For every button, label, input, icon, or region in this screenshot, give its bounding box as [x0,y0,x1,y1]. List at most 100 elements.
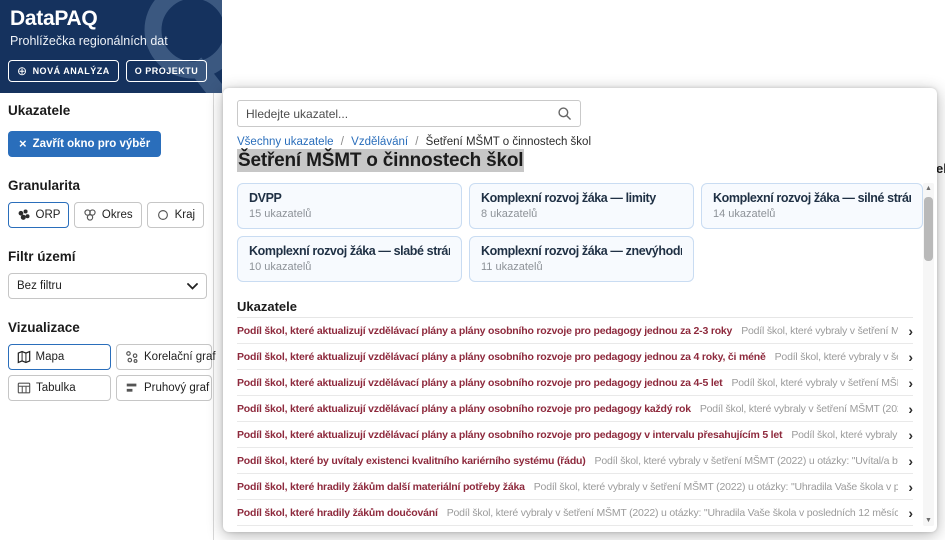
indicator-title: Podíl škol, které aktualizují vzdělávací… [237,403,691,415]
category-card[interactable]: Komplexní rozvoj žáka — znevýhodnění 11 … [469,236,694,282]
sidebar: Ukazatele × Zavřít okno pro výběr Granul… [0,93,214,540]
breadcrumb: Všechny ukazatele / Vzdělávání / Šetření… [237,136,591,148]
modal-page-title-highlight: Šetření MŠMT o činnostech škol [237,149,524,172]
indicator-list: Podíl škol, které aktualizují vzdělávací… [237,317,913,526]
close-icon: × [19,139,27,149]
category-name: DVPP [249,191,450,205]
granularity-okres-button[interactable]: Okres [74,202,142,228]
indicator-subtitle: Podíl škol, které vybraly v šetření MŠ..… [775,351,899,363]
table-icon [17,381,31,395]
chevron-right-icon: › [898,428,913,442]
viz-map-button[interactable]: Mapa [8,344,111,370]
indicator-title: Podíl škol, které hradily žákům další ma… [237,481,525,493]
chevron-right-icon: › [898,454,913,468]
indicator-row[interactable]: Podíl škol, které aktualizují vzdělávací… [237,344,913,370]
new-analysis-button[interactable]: ⊕ NOVÁ ANALÝZA [8,60,119,82]
indicator-subtitle: Podíl škol, které vybraly v šetření MŠMT… [700,403,898,415]
viz-map-label: Mapa [36,351,65,363]
search-icon [557,106,572,121]
granularity-okres-label: Okres [102,209,133,221]
orp-cluster-icon [17,208,31,222]
territory-filter-select[interactable]: Bez filtru [8,273,207,299]
indicator-list-heading: Ukazatele [237,299,297,314]
category-name: Komplexní rozvoj žáka — silné stránky [713,191,911,205]
category-count: 14 ukazatelů [713,208,911,220]
indicator-title: Podíl škol, které aktualizují vzdělávací… [237,325,732,337]
category-card[interactable]: Komplexní rozvoj žáka — silné stránky 14… [701,183,923,229]
scroll-up-arrow[interactable]: ▲ [923,185,934,192]
category-name: Komplexní rozvoj žáka — znevýhodnění [481,244,682,258]
plus-circle-icon: ⊕ [17,67,28,76]
scrollbar-thumb[interactable] [924,197,933,261]
category-count: 8 ukazatelů [481,208,682,220]
territory-filter-value: Bez filtru [17,280,62,292]
viz-table-label: Tabulka [36,382,76,394]
about-project-label: O PROJEKTU [135,66,199,76]
app-subtitle: Prohlížečka regionálních dat [10,34,168,48]
granularity-heading: Granularita [8,178,206,193]
viz-bar-chart-label: Pruhový graf [144,382,209,394]
kraj-circle-icon [156,208,170,222]
indicator-search-input[interactable] [246,107,557,121]
granularity-kraj-label: Kraj [175,209,195,221]
granularity-orp-label: ORP [36,209,61,221]
indicator-title: Podíl škol, které aktualizují vzdělávací… [237,377,722,389]
indicator-title: Podíl škol, které aktualizují vzdělávací… [237,351,766,363]
modal-scrollbar[interactable]: ▲ ▼ [923,183,934,526]
indicator-subtitle: Podíl škol, které vybraly v šetření MŠMT… [447,507,899,519]
breadcrumb-separator: / [341,136,344,148]
indicator-subtitle: Podíl škol, které vybraly v šetření MŠMT… [534,481,899,493]
category-card[interactable]: Komplexní rozvoj žáka — slabé stránky 10… [237,236,462,282]
chevron-right-icon: › [898,350,913,364]
indicator-title: Podíl škol, které hradily žákům doučován… [237,507,438,519]
modal-page-title: Šetření MŠMT o činnostech škol [237,150,524,172]
app-header: DataPAQ Prohlížečka regionálních dat ⊕ N… [0,0,222,93]
breadcrumb-all-indicators[interactable]: Všechny ukazatele [237,136,334,148]
indicator-row[interactable]: Podíl škol, které hradily žákům další ma… [237,474,913,500]
close-selection-window-label: Zavřít okno pro výběr [33,138,151,150]
indicator-row[interactable]: Podíl škol, které aktualizují vzdělávací… [237,422,913,448]
granularity-options: ORP Okres Kraj [8,202,206,228]
indicator-row[interactable]: Podíl škol, které aktualizují vzdělávací… [237,370,913,396]
chevron-right-icon: › [898,480,913,494]
chevron-right-icon: › [898,402,913,416]
category-card[interactable]: DVPP 15 ukazatelů [237,183,462,229]
chevron-right-icon: › [898,506,913,520]
viz-bar-chart-button[interactable]: Pruhový graf [116,375,212,401]
chevron-right-icon: › [898,324,913,338]
category-name: Komplexní rozvoj žáka — slabé stránky [249,244,450,258]
indicator-subtitle: Podíl škol, které vybraly v šetření MŠMT… [741,325,898,337]
breadcrumb-education[interactable]: Vzdělávání [351,136,408,148]
scroll-down-arrow[interactable]: ▼ [923,517,934,524]
indicator-subtitle: Podíl škol, které vybraly v šetření MŠMT… [595,455,899,467]
indicator-title: Podíl škol, které aktualizují vzdělávací… [237,429,782,441]
breadcrumb-current: Šetření MŠMT o činnostech škol [426,136,591,148]
indicator-row[interactable]: Podíl škol, které aktualizují vzdělávací… [237,318,913,344]
category-card[interactable]: Komplexní rozvoj žáka — limity 8 ukazate… [469,183,694,229]
header-actions: ⊕ NOVÁ ANALÝZA O PROJEKTU [8,60,207,82]
category-count: 10 ukazatelů [249,261,450,273]
territory-filter-heading: Filtr území [8,249,206,264]
category-name: Komplexní rozvoj žáka — limity [481,191,682,205]
category-count: 11 ukazatelů [481,261,682,273]
indicator-row[interactable]: Podíl škol, které aktualizují vzdělávací… [237,396,913,422]
chevron-down-icon [187,283,198,290]
breadcrumb-separator: / [415,136,418,148]
indicator-subtitle: Podíl škol, které vybraly v šetření... [791,429,898,441]
indicator-row[interactable]: Podíl škol, které by uvítaly existenci k… [237,448,913,474]
viz-correlation-label: Korelační graf [144,351,216,363]
viz-correlation-button[interactable]: Korelační graf [116,344,212,370]
granularity-kraj-button[interactable]: Kraj [147,202,204,228]
granularity-orp-button[interactable]: ORP [8,202,69,228]
close-selection-window-button[interactable]: × Zavřít okno pro výběr [8,131,161,157]
viz-table-button[interactable]: Tabulka [8,375,111,401]
about-project-button[interactable]: O PROJEKTU [126,60,208,82]
category-count: 15 ukazatelů [249,208,450,220]
new-analysis-label: NOVÁ ANALÝZA [33,66,110,76]
okres-circles-icon [83,208,97,222]
indicator-picker-modal: Všechny ukazatele / Vzdělávání / Šetření… [223,88,937,532]
indicator-row[interactable]: Podíl škol, které hradily žákům doučován… [237,500,913,526]
indicator-search-box [237,100,581,127]
app-root: ele DataPAQ Prohlížečka regionálních dat… [0,0,945,540]
scatter-plot-icon [125,350,139,364]
